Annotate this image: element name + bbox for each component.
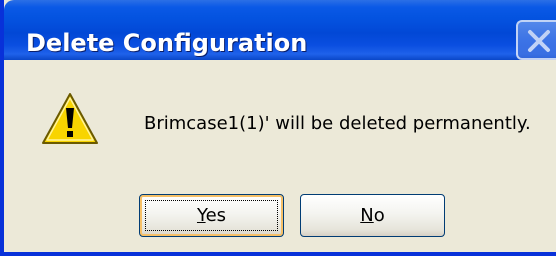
yes-button[interactable]: Yes [139,194,284,237]
delete-configuration-dialog: Delete Configuration Brimcase1(1)' will … [0,0,556,256]
dialog-title: Delete Configuration [26,29,308,57]
close-button[interactable] [516,20,556,60]
warning-icon [40,91,100,147]
close-icon [528,30,550,52]
focus-ring [145,200,278,231]
dialog-message: Brimcase1(1)' will be deleted permanentl… [144,113,531,134]
no-button-label: No [360,205,385,226]
title-bar[interactable]: Delete Configuration [4,0,556,60]
no-button[interactable]: No [300,194,445,237]
